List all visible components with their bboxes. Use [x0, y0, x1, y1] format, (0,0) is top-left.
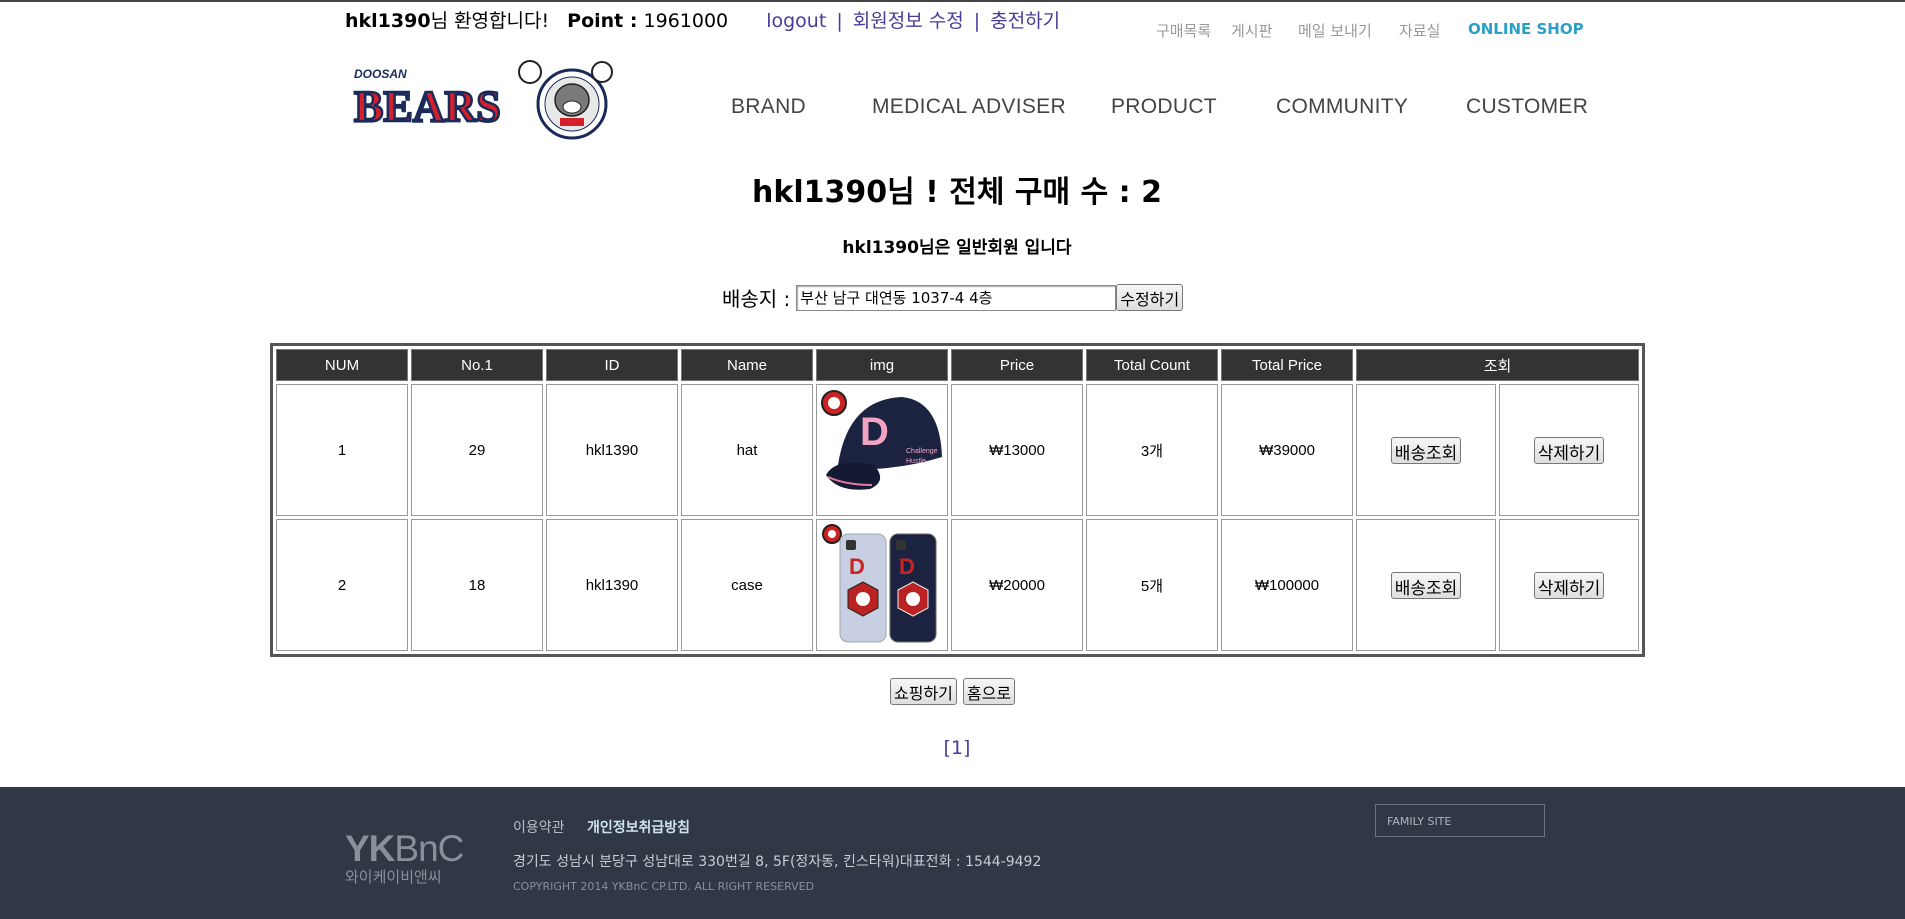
col-header: 조회 [1356, 349, 1639, 381]
cell-no: 29 [411, 384, 543, 516]
cell-delete: 삭제하기 [1499, 384, 1639, 516]
nav-customer[interactable]: CUSTOMER [1466, 95, 1588, 119]
home-button[interactable]: 홈으로 [962, 678, 1016, 705]
footer-address: 경기도 성남시 분당구 성남대로 330번길 8, 5F(정자동, 킨스타워)대… [513, 854, 1042, 870]
member-grade: hkl1390님은 일반회원 입니다 [0, 233, 1905, 258]
edit-address-button[interactable]: 수정하기 [1116, 284, 1184, 311]
logout-link[interactable]: logout [766, 10, 826, 32]
footer-logo-yk: YK [345, 828, 395, 869]
col-header: Total Price [1221, 349, 1353, 381]
family-site-select[interactable]: FAMILY SITE [1375, 804, 1545, 837]
user-bar: hkl1390님 환영합니다! Point : 1961000 logout |… [345, 6, 1060, 33]
cell-track: 배송조회 [1356, 519, 1496, 651]
charge-link[interactable]: 충전하기 [990, 10, 1060, 32]
separator: | [973, 10, 981, 32]
track-delivery-button[interactable]: 배송조회 [1390, 436, 1462, 464]
cell-img: D D [816, 519, 948, 651]
util-purchase-list[interactable]: 구매목록 [1156, 20, 1211, 41]
cell-id: hkl1390 [546, 384, 678, 516]
col-header: img [816, 349, 948, 381]
util-send-mail[interactable]: 메일 보내기 [1298, 20, 1372, 41]
bottom-buttons: 쇼핑하기 홈으로 [890, 678, 1016, 705]
cell-name: hat [681, 384, 813, 516]
user-id: hkl1390 [345, 10, 431, 32]
cell-delete: 삭제하기 [1499, 519, 1639, 651]
track-delivery-button[interactable]: 배송조회 [1390, 571, 1462, 599]
page-link-1[interactable]: [1] [944, 737, 971, 759]
top-border [0, 0, 1905, 2]
logo-small-text: DOOSAN [354, 67, 407, 81]
table-row: 2 18 hkl1390 case D D ₩20000 5개 ₩100000 … [276, 519, 1639, 651]
nav-community[interactable]: COMMUNITY [1276, 95, 1408, 119]
util-board[interactable]: 게시판 [1231, 20, 1272, 41]
delete-button[interactable]: 삭제하기 [1533, 571, 1605, 599]
cell-track: 배송조회 [1356, 384, 1496, 516]
cell-total: ₩39000 [1221, 384, 1353, 516]
cell-name: case [681, 519, 813, 651]
purchase-table: NUM No.1 ID Name img Price Total Count T… [270, 343, 1645, 657]
cell-price: ₩20000 [951, 519, 1083, 651]
point-label: Point : [567, 10, 638, 32]
page-title: hkl1390님 ! 전체 구매 수 : 2 [752, 175, 1162, 210]
phone-case-image: D D [818, 520, 946, 646]
footer-logo-bnc: BnC [394, 828, 464, 869]
cell-count: 5개 [1086, 519, 1218, 651]
svg-text:Hustle: Hustle [906, 458, 926, 465]
col-header: NUM [276, 349, 408, 381]
nav-product[interactable]: PRODUCT [1111, 95, 1217, 119]
col-header: ID [546, 349, 678, 381]
member-grade-text: 님은 일반회원 입니다 [918, 238, 1072, 258]
cell-no: 18 [411, 519, 543, 651]
delete-button[interactable]: 삭제하기 [1533, 436, 1605, 464]
col-header: Total Count [1086, 349, 1218, 381]
cell-id: hkl1390 [546, 519, 678, 651]
table-header-row: NUM No.1 ID Name img Price Total Count T… [276, 349, 1639, 381]
col-header: Price [951, 349, 1083, 381]
address-label: 배송지 : [722, 287, 791, 311]
logo-big-text: BEARS [354, 82, 501, 131]
terms-link[interactable]: 이용약관 [513, 820, 565, 836]
cell-num: 1 [276, 384, 408, 516]
cell-img: D Challenge Hustle [816, 384, 948, 516]
privacy-link[interactable]: 개인정보취급방침 [587, 820, 690, 836]
address-input[interactable] [796, 284, 1117, 311]
cell-count: 3개 [1086, 384, 1218, 516]
ykbnc-logo: YKBnC 와이케이비앤씨 [345, 828, 464, 887]
separator: | [836, 10, 843, 32]
nav-medical-adviser[interactable]: MEDICAL ADVISER [872, 95, 1066, 119]
svg-text:D: D [860, 410, 889, 454]
util-online-shop[interactable]: ONLINE SHOP [1468, 20, 1584, 38]
svg-text:D: D [849, 554, 865, 579]
member-id: hkl1390 [842, 238, 919, 258]
address-row: 배송지 : 수정하기 [722, 283, 1184, 312]
cell-total: ₩100000 [1221, 519, 1353, 651]
edit-member-link[interactable]: 회원정보 수정 [853, 10, 964, 32]
pagination: [1] [0, 737, 1905, 759]
cell-price: ₩13000 [951, 384, 1083, 516]
welcome-text: 님 환영합니다! [430, 10, 550, 32]
col-header: Name [681, 349, 813, 381]
nav-brand[interactable]: BRAND [731, 95, 806, 119]
shopping-button[interactable]: 쇼핑하기 [890, 678, 957, 705]
footer-copyright: COPYRIGHT 2014 YKBnC CP.LTD. ALL RIGHT R… [513, 880, 815, 893]
table-row: 1 29 hkl1390 hat D Challenge Hustle ₩130… [276, 384, 1639, 516]
svg-text:D: D [899, 554, 915, 579]
point-value: 1961000 [643, 10, 729, 32]
util-archive[interactable]: 자료실 [1399, 20, 1440, 41]
col-header: No.1 [411, 349, 543, 381]
cell-num: 2 [276, 519, 408, 651]
footer-links: 이용약관 개인정보취급방침 [513, 817, 690, 837]
doosan-bears-logo[interactable]: DOOSAN BEARS [352, 52, 614, 140]
cap-image: D Challenge Hustle [818, 385, 946, 511]
svg-text:Challenge: Challenge [906, 448, 938, 455]
